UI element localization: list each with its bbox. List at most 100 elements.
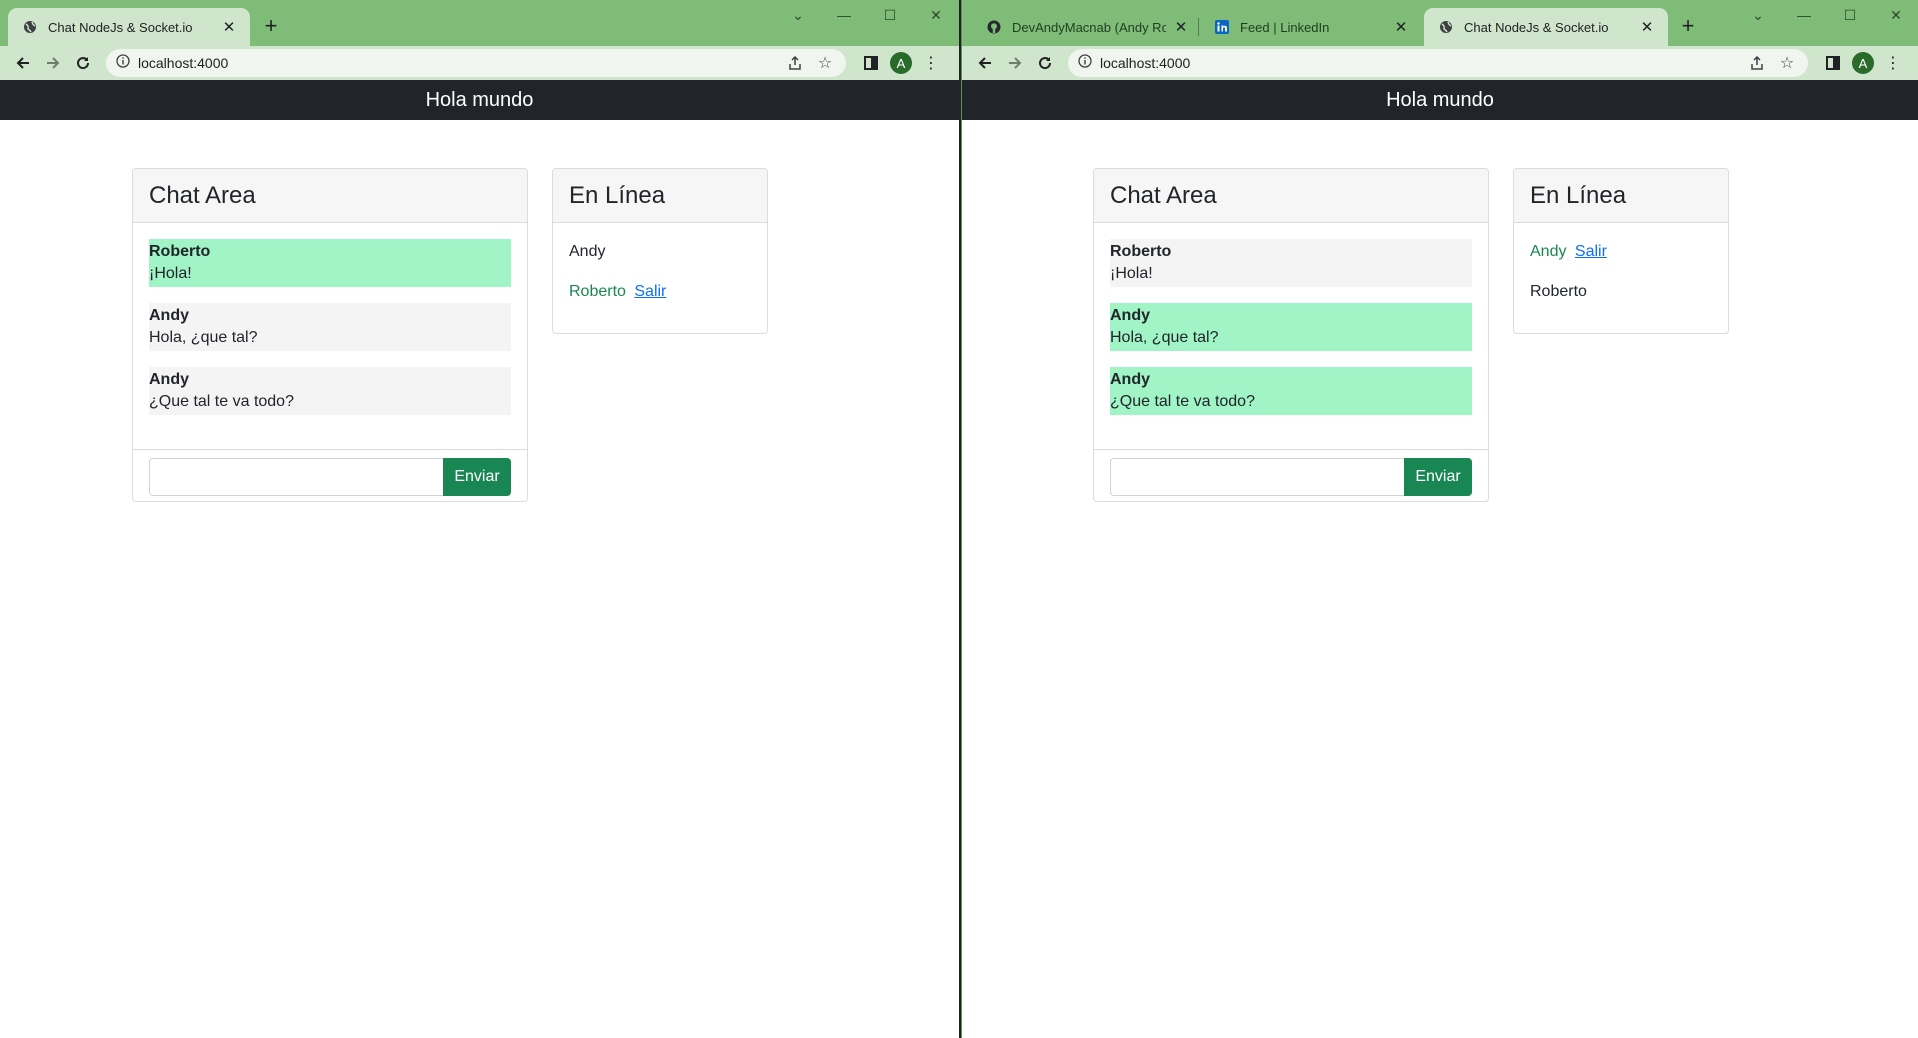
tab-separator: [1198, 18, 1199, 36]
tab-linkedin[interactable]: Feed | LinkedIn ✕: [1200, 8, 1422, 46]
send-button[interactable]: Enviar: [443, 457, 511, 496]
side-panel-icon[interactable]: [856, 49, 886, 77]
message-author: Andy: [1110, 307, 1150, 324]
navbar: Hola mundo: [962, 80, 1918, 120]
menu-kebab-icon[interactable]: ⋮: [1878, 49, 1908, 77]
forward-icon[interactable]: [38, 49, 68, 77]
minimize-button[interactable]: —: [1781, 0, 1827, 30]
logout-link[interactable]: Salir: [634, 283, 666, 300]
online-users-card: En Línea Andy Salir Roberto: [1513, 168, 1729, 334]
online-users-list: Andy Roberto Salir: [553, 223, 767, 333]
share-icon[interactable]: [784, 52, 806, 74]
message-text: Hola, ¿que tal?: [149, 329, 258, 346]
message-list: Roberto ¡Hola! Andy Hola, ¿que tal? Andy…: [133, 223, 527, 449]
profile-avatar[interactable]: A: [890, 52, 912, 74]
online-user-current: Roberto Salir: [569, 281, 751, 303]
share-icon[interactable]: [1746, 52, 1768, 74]
github-icon: [986, 19, 1002, 35]
tab-github[interactable]: DevAndyMacnab (Andy Roberto ✕: [972, 8, 1202, 46]
online-user-name: Andy: [569, 243, 606, 260]
message-item: Roberto ¡Hola!: [1110, 239, 1472, 287]
window-controls: ⌄ — ☐ ✕: [1735, 0, 1918, 30]
tab-title: DevAndyMacnab (Andy Roberto: [1012, 19, 1166, 35]
chat-form: Enviar: [1094, 449, 1488, 501]
online-user-name: Andy: [1530, 243, 1567, 260]
linkedin-icon: [1214, 19, 1230, 35]
tab-strip: DevAndyMacnab (Andy Roberto ✕ Feed | Lin…: [962, 0, 1918, 46]
new-tab-button[interactable]: +: [1674, 12, 1702, 40]
chat-area-title: Chat Area: [133, 169, 527, 223]
close-window-button[interactable]: ✕: [1873, 0, 1918, 30]
close-window-button[interactable]: ✕: [913, 0, 959, 30]
chat-area-card: Chat Area Roberto ¡Hola! Andy Hola, ¿que…: [132, 168, 528, 502]
bookmark-star-icon[interactable]: ☆: [1776, 52, 1798, 74]
navbar: Hola mundo: [0, 80, 959, 120]
info-icon[interactable]: [1078, 53, 1092, 73]
close-tab-icon[interactable]: ✕: [1638, 18, 1656, 36]
reload-icon[interactable]: [68, 49, 98, 77]
new-tab-button[interactable]: +: [257, 12, 285, 40]
browser-window-right: DevAndyMacnab (Andy Roberto ✕ Feed | Lin…: [961, 0, 1918, 1038]
tab-chat[interactable]: Chat NodeJs & Socket.io ✕: [1424, 8, 1668, 46]
message-author: Andy: [1110, 371, 1150, 388]
logout-link[interactable]: Salir: [1575, 243, 1607, 260]
menu-kebab-icon[interactable]: ⋮: [916, 49, 946, 77]
chat-form: Enviar: [133, 449, 527, 501]
back-icon[interactable]: [8, 49, 38, 77]
navbar-title: Hola mundo: [425, 88, 534, 111]
message-item: Andy Hola, ¿que tal?: [1110, 303, 1472, 351]
minimize-button[interactable]: —: [821, 0, 867, 30]
browser-window-left: Chat NodeJs & Socket.io ✕ + ⌄ — ☐ ✕ loca…: [0, 0, 961, 1038]
message-author: Andy: [149, 371, 189, 388]
address-bar[interactable]: localhost:4000 ☆: [106, 49, 846, 77]
message-text: Hola, ¿que tal?: [1110, 329, 1219, 346]
globe-icon: [22, 19, 38, 35]
message-input[interactable]: [149, 457, 443, 496]
tab-title: Chat NodeJs & Socket.io: [48, 19, 193, 35]
send-button[interactable]: Enviar: [1404, 457, 1472, 496]
address-bar[interactable]: localhost:4000 ☆: [1068, 49, 1808, 77]
forward-icon[interactable]: [1000, 49, 1030, 77]
message-item: Andy ¿Que tal te va todo?: [149, 367, 511, 415]
message-author: Roberto: [149, 243, 211, 260]
message-input[interactable]: [1110, 457, 1404, 496]
info-icon[interactable]: [116, 53, 130, 73]
close-tab-icon[interactable]: ✕: [220, 18, 238, 36]
message-item: Andy Hola, ¿que tal?: [149, 303, 511, 351]
page-content: Chat Area Roberto ¡Hola! Andy Hola, ¿que…: [0, 120, 959, 1038]
tab-search-icon[interactable]: ⌄: [1735, 0, 1781, 30]
reload-icon[interactable]: [1030, 49, 1060, 77]
tab-search-icon[interactable]: ⌄: [775, 0, 821, 30]
close-tab-icon[interactable]: ✕: [1392, 18, 1410, 36]
side-panel-icon[interactable]: [1818, 49, 1848, 77]
profile-avatar[interactable]: A: [1852, 52, 1874, 74]
browser-toolbar: localhost:4000 ☆ A ⋮: [962, 46, 1918, 80]
tab-strip: Chat NodeJs & Socket.io ✕ + ⌄ — ☐ ✕: [0, 0, 959, 46]
message-item: Andy ¿Que tal te va todo?: [1110, 367, 1472, 415]
online-user: Roberto: [1530, 281, 1712, 303]
desktop: Chat NodeJs & Socket.io ✕ + ⌄ — ☐ ✕ loca…: [0, 0, 1918, 1038]
online-user-name: Roberto: [1530, 283, 1587, 300]
bookmark-star-icon[interactable]: ☆: [814, 52, 836, 74]
message-text: ¡Hola!: [1110, 265, 1153, 282]
tab-chat[interactable]: Chat NodeJs & Socket.io ✕: [8, 8, 250, 46]
tab-title: Feed | LinkedIn: [1240, 19, 1330, 35]
online-user-name: Roberto: [569, 283, 626, 300]
message-author: Andy: [149, 307, 189, 324]
message-author: Roberto: [1110, 243, 1172, 260]
message-text: ¿Que tal te va todo?: [1110, 393, 1255, 410]
tab-title: Chat NodeJs & Socket.io: [1464, 19, 1609, 35]
online-users-list: Andy Salir Roberto: [1514, 223, 1728, 333]
globe-icon: [1438, 19, 1454, 35]
maximize-button[interactable]: ☐: [867, 0, 913, 30]
window-controls: ⌄ — ☐ ✕: [775, 0, 959, 30]
message-item: Roberto ¡Hola!: [149, 239, 511, 287]
maximize-button[interactable]: ☐: [1827, 0, 1873, 30]
navbar-title: Hola mundo: [1386, 88, 1494, 111]
online-users-title: En Línea: [1514, 169, 1728, 223]
url-text: localhost:4000: [1100, 55, 1191, 71]
back-icon[interactable]: [970, 49, 1000, 77]
online-user: Andy: [569, 241, 751, 263]
close-tab-icon[interactable]: ✕: [1172, 18, 1190, 36]
chat-area-card: Chat Area Roberto ¡Hola! Andy Hola, ¿que…: [1093, 168, 1489, 502]
